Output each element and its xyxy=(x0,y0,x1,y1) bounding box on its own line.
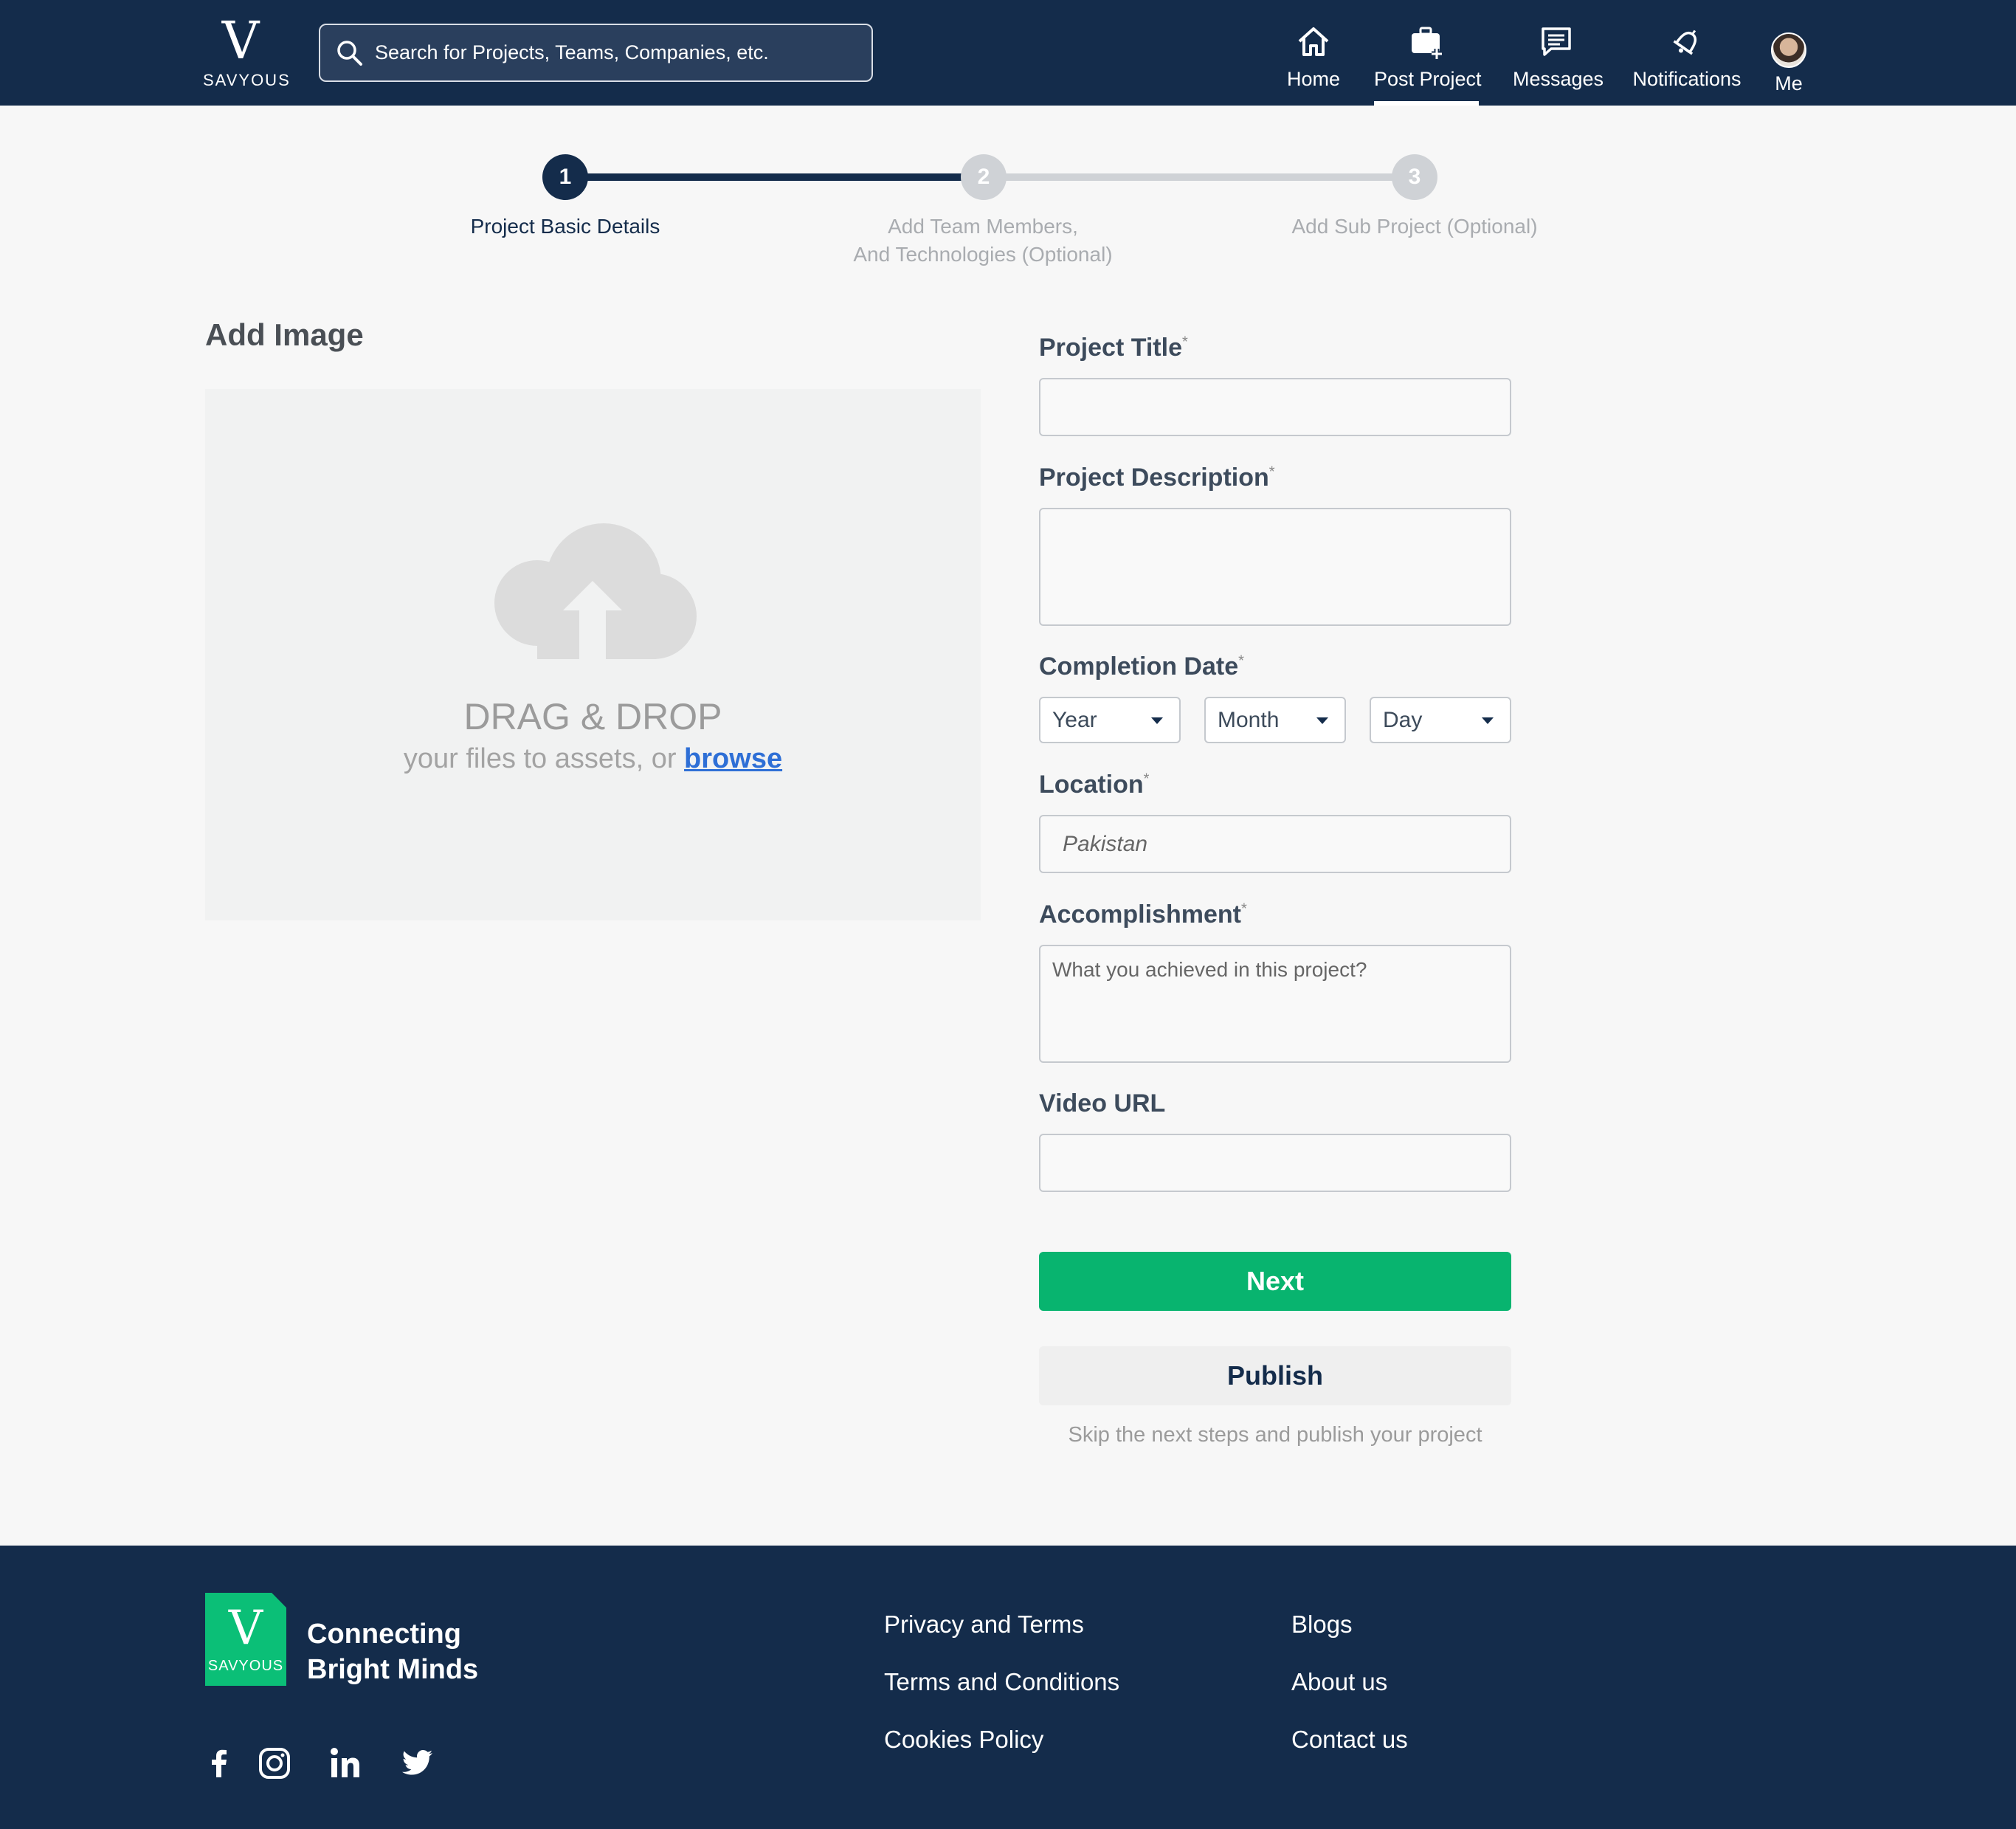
completion-date-label: Completion Date* xyxy=(1039,652,1244,681)
footer-link-about[interactable]: About us xyxy=(1291,1668,1387,1696)
video-url-label: Video URL xyxy=(1039,1089,1166,1117)
nav-post-project[interactable]: Post Project xyxy=(1374,24,1482,106)
footer: V SAVYOUS Connecting Bright Minds Privac… xyxy=(0,1546,2016,1829)
footer-link-contact[interactable]: Contact us xyxy=(1291,1726,1408,1754)
stepper-remaining-line xyxy=(984,173,1416,181)
home-icon xyxy=(1298,27,1329,56)
video-url-input[interactable] xyxy=(1039,1134,1511,1192)
nav-me-label: Me xyxy=(1775,72,1803,94)
footer-link-terms[interactable]: Terms and Conditions xyxy=(884,1668,1119,1696)
chevron-down-icon xyxy=(1316,717,1328,724)
search-bar[interactable] xyxy=(319,24,873,82)
avatar xyxy=(1771,32,1806,68)
footer-link-privacy[interactable]: Privacy and Terms xyxy=(884,1611,1084,1639)
project-description-label: Project Description* xyxy=(1039,464,1275,492)
nav-post-project-label: Post Project xyxy=(1374,68,1482,90)
top-navbar: V SAVYOUS Home Post Project xyxy=(0,0,2016,106)
bell-icon xyxy=(1673,30,1697,55)
location-label: Location* xyxy=(1039,771,1150,799)
instagram-icon[interactable] xyxy=(256,1745,293,1782)
step-2-circle[interactable]: 2 xyxy=(961,154,1007,200)
step-3-label: Add Sub Project (Optional) xyxy=(1291,215,1538,238)
accomplishment-textarea[interactable] xyxy=(1039,945,1511,1063)
year-select-value: Year xyxy=(1052,708,1097,732)
footer-logo-brand: SAVYOUS xyxy=(207,1658,284,1674)
logo-brand-text: SAVYOUS xyxy=(203,71,291,89)
drag-drop-subtitle-text: your files to assets, or xyxy=(403,743,677,774)
nav-home-label: Home xyxy=(1286,68,1341,90)
step-1-label: Project Basic Details xyxy=(470,215,660,238)
step-1-circle[interactable]: 1 xyxy=(542,154,588,200)
nav-messages[interactable]: Messages xyxy=(1513,24,1604,106)
accomplishment-label: Accomplishment* xyxy=(1039,900,1247,929)
search-icon xyxy=(337,40,362,66)
twitter-icon[interactable] xyxy=(398,1745,435,1782)
step-2-label: Add Team Members, And Technologies (Opti… xyxy=(821,213,1145,269)
year-select[interactable]: Year xyxy=(1039,697,1181,743)
step-2-label-line2: And Technologies (Optional) xyxy=(853,243,1113,266)
briefcase-plus-icon xyxy=(1412,27,1442,59)
footer-link-cookies[interactable]: Cookies Policy xyxy=(884,1726,1043,1754)
day-select[interactable]: Day xyxy=(1370,697,1511,743)
footer-tagline-line2: Bright Minds xyxy=(307,1654,479,1685)
drag-drop-subtitle: your files to assets, or browse xyxy=(205,743,981,775)
footer-tagline: Connecting Bright Minds xyxy=(307,1616,478,1687)
day-select-value: Day xyxy=(1383,708,1423,732)
month-select[interactable]: Month xyxy=(1204,697,1346,743)
logo-mark-icon: V xyxy=(228,1601,263,1656)
location-input[interactable] xyxy=(1039,815,1511,873)
savyous-logo[interactable]: V SAVYOUS xyxy=(203,10,291,93)
drag-drop-title: DRAG & DROP xyxy=(463,696,722,737)
nav-me[interactable]: Me xyxy=(1768,32,1809,114)
nav-notifications-label: Notifications xyxy=(1632,68,1741,90)
image-dropzone[interactable]: DRAG & DROP your files to assets, or bro… xyxy=(205,389,981,920)
logo-mark-icon: V xyxy=(221,10,260,71)
search-input[interactable] xyxy=(375,41,847,64)
footer-link-blogs[interactable]: Blogs xyxy=(1291,1611,1353,1639)
add-image-title: Add Image xyxy=(205,317,364,352)
project-title-input[interactable] xyxy=(1039,378,1511,436)
chevron-down-icon xyxy=(1482,717,1494,724)
nav-home[interactable]: Home xyxy=(1283,24,1344,106)
cloud-upload-icon xyxy=(494,523,697,662)
chevron-down-icon xyxy=(1151,717,1163,724)
linkedin-icon[interactable] xyxy=(327,1745,364,1782)
nav-messages-label: Messages xyxy=(1513,68,1604,90)
browse-link[interactable]: browse xyxy=(684,743,782,774)
facebook-icon[interactable] xyxy=(201,1745,238,1782)
footer-tagline-line1: Connecting xyxy=(307,1619,461,1650)
month-select-value: Month xyxy=(1218,708,1280,732)
project-description-textarea[interactable] xyxy=(1039,508,1511,626)
publish-button[interactable]: Publish xyxy=(1039,1346,1511,1405)
message-icon xyxy=(1542,27,1571,56)
skip-note: Skip the next steps and publish your pro… xyxy=(1068,1423,1482,1447)
step-2-label-line1: Add Team Members, xyxy=(888,215,1078,238)
project-title-label: Project Title* xyxy=(1039,334,1188,362)
footer-logo[interactable]: V SAVYOUS xyxy=(205,1593,286,1686)
step-3-circle[interactable]: 3 xyxy=(1392,154,1437,200)
nav-notifications[interactable]: Notifications xyxy=(1632,24,1741,106)
next-button[interactable]: Next xyxy=(1039,1252,1511,1311)
stepper-progress-line xyxy=(565,173,984,181)
